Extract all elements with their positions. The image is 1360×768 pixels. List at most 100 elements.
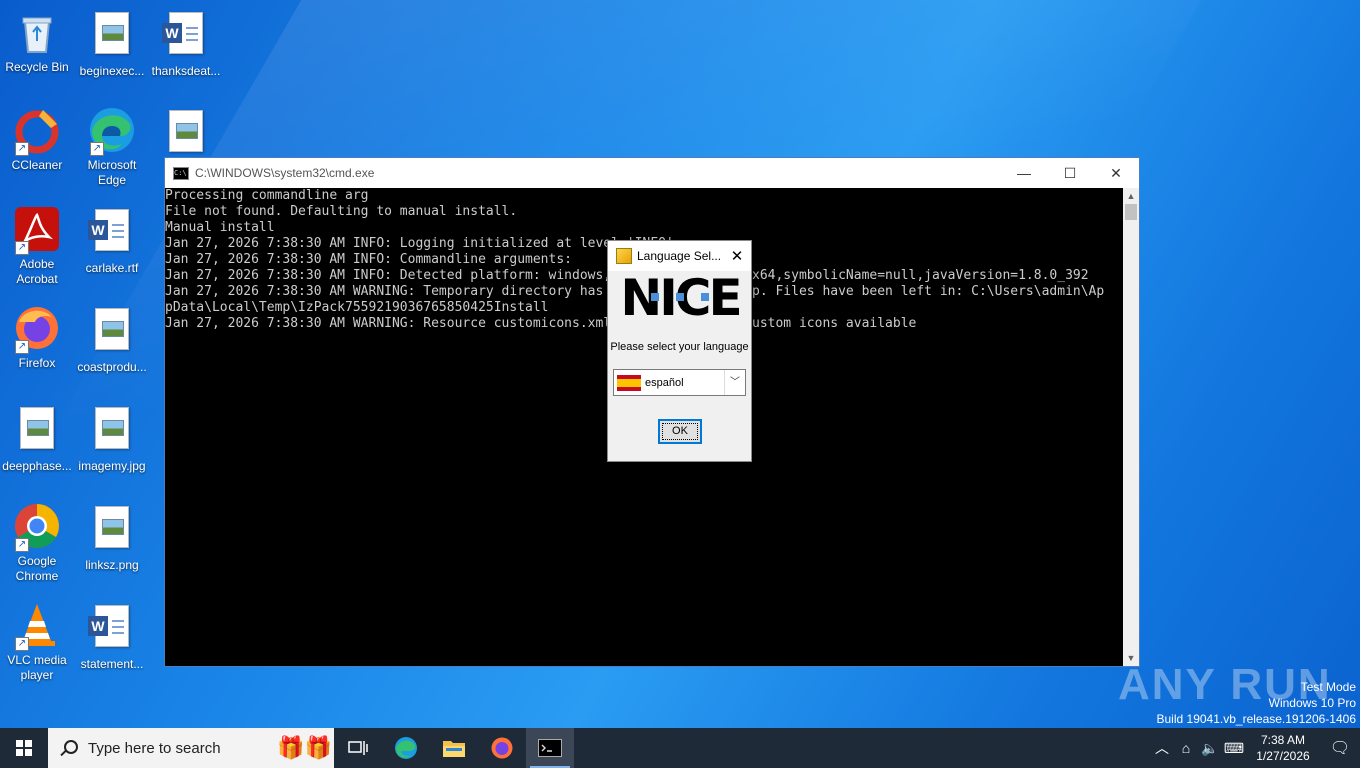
recycle-bin-icon — [13, 8, 61, 56]
chevron-down-icon[interactable]: ﹀ — [724, 370, 745, 395]
desktop-icon-label: Firefox — [18, 356, 56, 370]
dialog-title: Language Sel... — [637, 249, 722, 263]
word-doc-icon: W — [88, 209, 136, 257]
image-file-icon — [162, 110, 210, 158]
test-mode-line: Test Mode — [1300, 680, 1356, 694]
desktop-icon-thanksdeat[interactable]: W thanksdeat... — [149, 8, 223, 79]
clock-date: 1/27/2026 — [1256, 749, 1310, 763]
desktop-icon-imagemy[interactable]: imagemy.jpg — [75, 403, 149, 474]
minimize-button[interactable]: — — [1001, 158, 1047, 188]
cmd-titlebar[interactable]: C:\ C:\WINDOWS\system32\cmd.exe — ☐ ✕ — [165, 158, 1139, 188]
scroll-up-icon[interactable]: ▲ — [1123, 188, 1139, 204]
nice-logo: NICE — [620, 273, 742, 323]
desktop-icon-beginexec[interactable]: beginexec... — [75, 8, 149, 79]
cmd-title: C:\WINDOWS\system32\cmd.exe — [195, 166, 375, 180]
build-line: Build 19041.vb_release.191206-1406 — [1156, 712, 1357, 726]
image-file-icon — [88, 506, 136, 554]
network-icon[interactable]: ⌂ — [1174, 740, 1198, 756]
shortcut-arrow-icon: ↗ — [90, 142, 104, 156]
desktop-icon-vlc[interactable]: ↗ VLC media player — [0, 601, 74, 683]
desktop-icon-coastprodu[interactable]: coastprodu... — [75, 304, 149, 375]
ccleaner-icon: ↗ — [13, 106, 61, 156]
start-button[interactable] — [0, 728, 48, 768]
image-file-icon — [88, 407, 136, 455]
taskbar-cmd[interactable] — [526, 728, 574, 768]
taskbar: Type here to search 🎁🎁 ︿ ⌂ 🔈 ⌨ 7:38 AM 1… — [0, 728, 1360, 768]
shortcut-arrow-icon: ↗ — [15, 340, 29, 354]
language-bar-icon[interactable]: ⌨ — [1222, 740, 1246, 757]
desktop-icon-label: deepphase... — [2, 459, 72, 473]
dialog-close-button[interactable]: ✕ — [723, 247, 751, 265]
shortcut-arrow-icon: ↗ — [15, 637, 29, 651]
dialog-titlebar[interactable]: Language Sel... ✕ — [608, 241, 751, 271]
notification-icon[interactable]: 🗨 — [1320, 738, 1360, 758]
close-button[interactable]: ✕ — [1093, 158, 1139, 188]
desktop-icon-label: imagemy.jpg — [78, 459, 146, 473]
word-doc-icon: W — [88, 605, 136, 653]
system-tray: ︿ ⌂ 🔈 ⌨ 7:38 AM 1/27/2026 🗨 — [1150, 728, 1360, 768]
console-line: Processing commandline arg — [165, 188, 369, 203]
desktop-icon-label: beginexec... — [79, 64, 145, 78]
file-explorer-icon — [443, 741, 465, 757]
desktop-icon-statement[interactable]: W statement... — [75, 601, 149, 672]
taskbar-file-explorer[interactable] — [430, 728, 478, 768]
clock[interactable]: 7:38 AM 1/27/2026 — [1246, 732, 1320, 764]
spain-flag-icon — [617, 374, 641, 391]
desktop-icon-linksz[interactable]: linksz.png — [75, 502, 149, 573]
language-prompt: Please select your language — [610, 341, 749, 353]
shortcut-arrow-icon: ↗ — [15, 142, 29, 156]
image-file-icon — [13, 407, 61, 455]
desktop-icon-google-chrome[interactable]: ↗ Google Chrome — [0, 502, 74, 584]
selected-language: español — [645, 376, 684, 389]
desktop-icon-label: carlake.rtf — [85, 261, 139, 275]
word-doc-icon: W — [162, 12, 210, 60]
test-mode-text: Test Mode Windows 10 Pro Build 19041.vb_… — [1157, 679, 1357, 727]
desktop-icon-firefox[interactable]: ↗ Firefox — [0, 304, 74, 371]
console-line: Manual install — [165, 220, 275, 235]
volume-icon[interactable]: 🔈 — [1198, 740, 1222, 757]
language-dialog[interactable]: Language Sel... ✕ NICE Please select you… — [607, 240, 752, 462]
desktop-icon-recycle-bin[interactable]: Recycle Bin — [0, 8, 74, 75]
desktop-icon-label: Recycle Bin — [5, 60, 69, 74]
desktop-icon-ccleaner[interactable]: ↗ CCleaner — [0, 106, 74, 173]
shortcut-arrow-icon: ↗ — [15, 538, 29, 552]
image-file-icon — [88, 12, 136, 60]
language-select[interactable]: español ﹀ — [613, 369, 746, 396]
desktop-icon-adobe-acrobat[interactable]: ↗ Adobe Acrobat — [0, 205, 74, 287]
windows-logo-icon — [16, 740, 32, 756]
firefox-icon — [491, 737, 513, 759]
taskbar-edge[interactable] — [382, 728, 430, 768]
search-icon — [60, 740, 78, 757]
acrobat-icon: ↗ — [13, 205, 61, 255]
desktop-icon-microsoft-edge[interactable]: ↗ Microsoft Edge — [75, 106, 149, 188]
search-box[interactable]: Type here to search 🎁🎁 — [48, 728, 334, 768]
desktop-icon-carlake[interactable]: W carlake.rtf — [75, 205, 149, 276]
console-scrollbar[interactable]: ▲ ▼ — [1123, 188, 1139, 666]
desktop-icon-label: CCleaner — [11, 158, 63, 172]
taskbar-firefox[interactable] — [478, 728, 526, 768]
cmd-icon — [538, 739, 562, 757]
desktop-icon-label: Microsoft Edge — [87, 158, 137, 187]
edge-icon — [395, 737, 417, 759]
clock-time: 7:38 AM — [1260, 733, 1306, 747]
chrome-icon: ↗ — [13, 502, 61, 552]
scrollbar-thumb[interactable] — [1125, 204, 1137, 220]
maximize-button[interactable]: ☐ — [1047, 158, 1093, 188]
cmd-icon: C:\ — [173, 166, 189, 180]
installer-icon — [616, 248, 632, 264]
ok-button[interactable]: OK — [658, 419, 702, 444]
chevron-up-icon[interactable]: ︿ — [1150, 738, 1174, 758]
desktop-icon-label: Google Chrome — [15, 554, 59, 583]
desktop-icon-label: statement... — [80, 657, 144, 671]
edge-icon: ↗ — [88, 106, 136, 156]
task-view-button[interactable] — [334, 728, 382, 768]
shortcut-arrow-icon: ↗ — [15, 241, 29, 255]
desktop-icon-deepphase[interactable]: deepphase... — [0, 403, 74, 474]
desktop-icon-label: thanksdeat... — [151, 64, 221, 78]
search-placeholder: Type here to search — [88, 739, 221, 757]
desktop-icon-label: Adobe Acrobat — [16, 257, 58, 286]
desktop-icon-label: coastprodu... — [77, 360, 147, 374]
desktop-icon-label: linksz.png — [85, 558, 139, 572]
console-line: File not found. Defaulting to manual ins… — [165, 204, 518, 219]
desktop-icon-label: VLC media player — [7, 653, 67, 682]
